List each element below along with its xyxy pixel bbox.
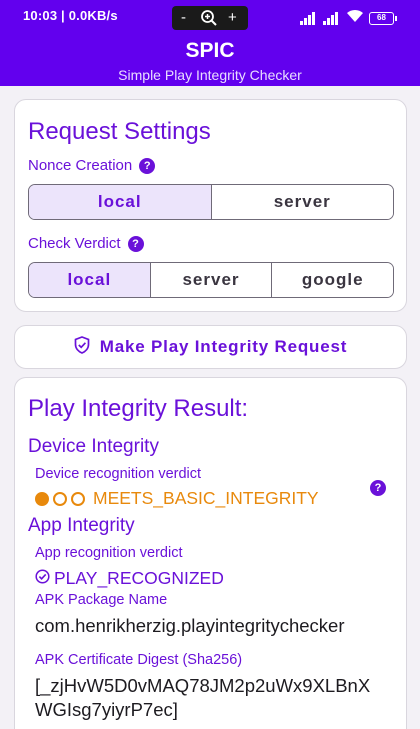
request-card: Make Play Integrity Request [14, 325, 407, 369]
request-settings-heading: Request Settings [28, 118, 211, 145]
result-heading: Play Integrity Result: [28, 395, 249, 422]
battery-icon: 68 [369, 12, 397, 25]
wifi-icon [346, 9, 364, 28]
app-subtitle: Simple Play Integrity Checker [118, 67, 302, 83]
package-name-value: com.henrikherzig.playintegritychecker [35, 615, 345, 636]
nonce-option-server[interactable]: server [211, 185, 393, 219]
app-verdict-text: PLAY_RECOGNIZED [54, 568, 224, 588]
app-verdict-label: App recognition verdict [35, 545, 183, 561]
verdict-option-google[interactable]: google [272, 263, 393, 297]
magnifier-icon [200, 9, 218, 33]
nonce-creation-label: Nonce Creation ? [28, 157, 156, 174]
device-verdict-help-icon[interactable]: ? [370, 480, 386, 496]
integrity-level-dot-3 [71, 491, 85, 506]
shield-check-icon [74, 335, 90, 359]
check-verdict-label: Check Verdict ? [28, 235, 144, 252]
signal-icon [300, 12, 318, 25]
package-name-label: APK Package Name [35, 592, 168, 608]
app-title: SPIC [185, 39, 235, 62]
app-verdict: PLAY_RECOGNIZED [35, 568, 224, 589]
verdict-option-server[interactable]: server [150, 263, 273, 297]
certificate-digest-line-1: [_zjHvW5D0vMAQ78JM2p2uWx9XLBnX [35, 675, 371, 696]
nonce-help-icon[interactable]: ? [139, 157, 156, 174]
app-bar: SPIC Simple Play Integrity Checker [0, 34, 420, 86]
verdict-segmented-control: local server google [28, 262, 394, 298]
integrity-level-dot-1 [35, 491, 49, 506]
device-verdict-text: MEETS_BASIC_INTEGRITY [93, 488, 319, 508]
device-integrity-heading: Device Integrity [28, 436, 159, 457]
nonce-option-local[interactable]: local [29, 185, 212, 219]
zoom-control[interactable]: - + [172, 6, 248, 30]
status-time: 10:03 | 0.0KB/s [23, 8, 118, 23]
zoom-out-button[interactable]: - [181, 8, 186, 28]
certificate-digest-line-2: WGIsg7yiyrP7ec] [35, 699, 178, 720]
make-request-label: Make Play Integrity Request [99, 337, 348, 356]
device-verdict: MEETS_BASIC_INTEGRITY [35, 488, 319, 509]
signal-hd-icon [323, 12, 341, 25]
check-verdict-label-text: Check Verdict [28, 235, 121, 252]
nonce-creation-label-text: Nonce Creation [28, 157, 133, 174]
integrity-level-dot-2 [53, 491, 67, 506]
verdict-help-icon[interactable]: ? [127, 235, 144, 252]
request-settings-card: Request Settings Nonce Creation ? local … [14, 99, 407, 312]
status-bar: 10:03 | 0.0KB/s - + 68 [0, 0, 420, 34]
make-request-button[interactable]: Make Play Integrity Request [15, 326, 406, 368]
check-circle-icon [35, 568, 50, 589]
nonce-segmented-control: local server [28, 184, 394, 220]
result-card: Play Integrity Result: Device Integrity … [14, 377, 407, 729]
device-verdict-label: Device recognition verdict [35, 466, 202, 482]
verdict-option-local[interactable]: local [29, 263, 151, 297]
status-icons: 68 [300, 9, 397, 28]
app-integrity-heading: App Integrity [28, 515, 135, 536]
zoom-in-button[interactable]: + [228, 8, 237, 28]
certificate-digest-label: APK Certificate Digest (Sha256) [35, 652, 243, 668]
